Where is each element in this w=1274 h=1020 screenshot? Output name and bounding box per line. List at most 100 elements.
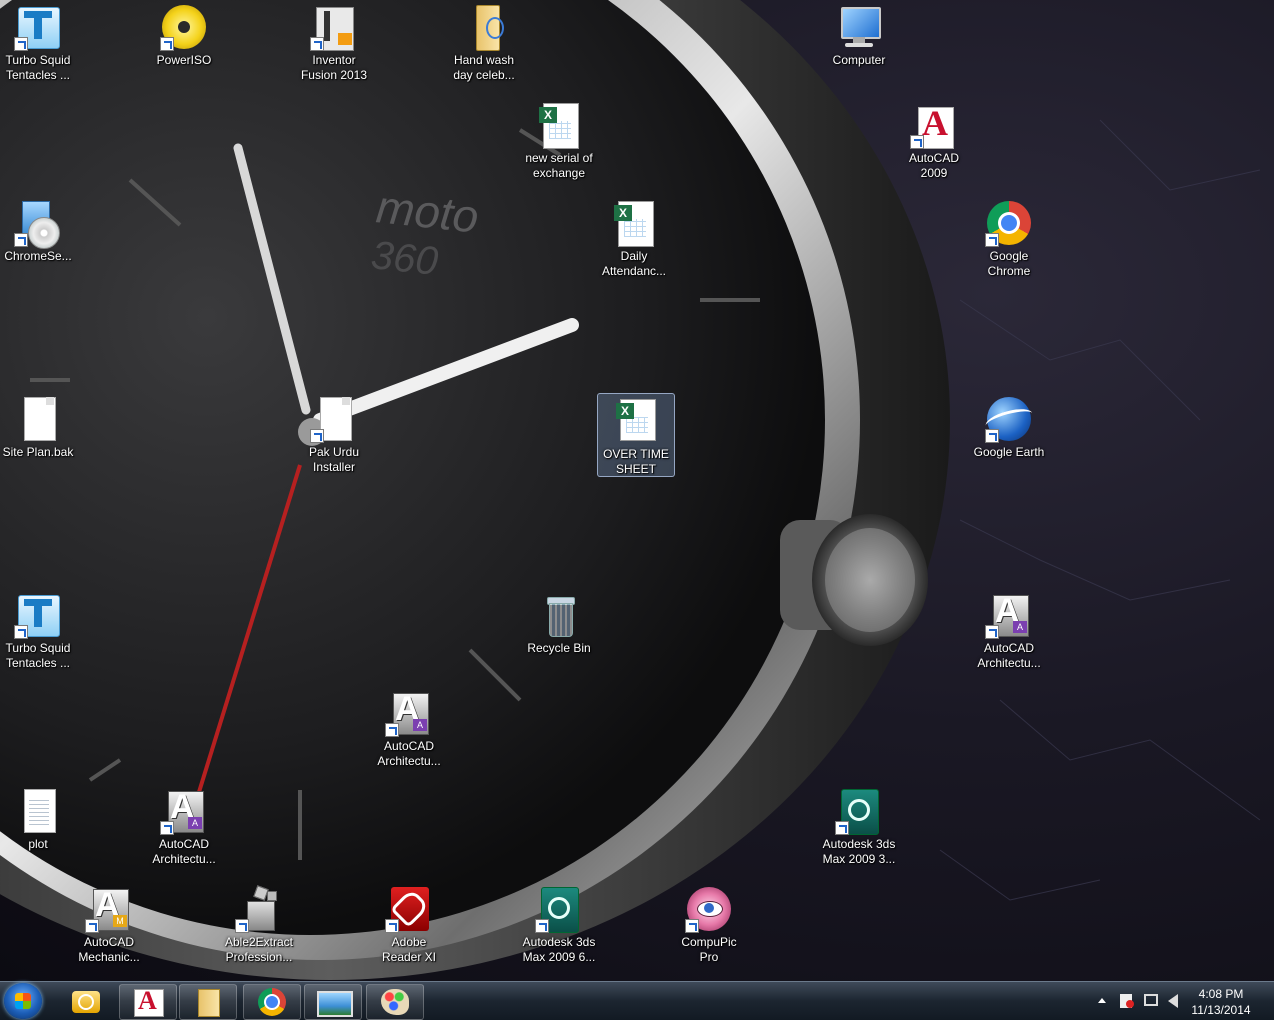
desktop-icon-chromesetup[interactable]: ChromeSe...	[0, 196, 76, 288]
clock-date[interactable]: 11/13/2014	[1186, 1003, 1256, 1017]
action-center-alert-glyph	[1126, 1000, 1134, 1008]
desktop-icon-autocad-architecture-2[interactable]: A A AutoCAD Architectu...	[371, 686, 447, 778]
desktop-icon-label: Pak Urdu Installer	[308, 445, 360, 474]
autocad-icon: A	[910, 101, 958, 149]
desktop-icon-turbo-squid-2[interactable]: Turbo Squid Tentacles ...	[0, 588, 76, 680]
text-file-icon	[14, 787, 62, 835]
desktop-icon-autocad-2009[interactable]: A AutoCAD 2009	[896, 98, 972, 190]
google-earth-icon	[983, 395, 1035, 443]
computer-icon	[835, 3, 883, 51]
taskbar-button-outlook[interactable]	[57, 984, 115, 1020]
desktop-icon-over-time-sheet[interactable]: X OVER TIME SHEET	[597, 393, 675, 477]
desktop-icon-label: AutoCAD Architectu...	[977, 641, 1041, 670]
wallpaper-brand-text: moto	[374, 180, 481, 242]
desktop-icon-label: Google Earth	[973, 445, 1045, 459]
desktop-icon-daily-attendance[interactable]: X Daily Attendanc...	[596, 196, 672, 288]
desktop-icon-label: AutoCAD 2009	[908, 151, 960, 180]
desktop-icon-label: Turbo Squid Tentacles ...	[5, 53, 71, 82]
desktop-icon-label: Site Plan.bak	[2, 445, 74, 459]
desktop[interactable]: moto 360 Turbo Squid Tentacles ... Power…	[0, 0, 1274, 981]
desktop-icon-label: AutoCAD Mechanic...	[78, 935, 140, 964]
desktop-icon-inventor-fusion[interactable]: Inventor Fusion 2013	[296, 0, 372, 92]
adobe-reader-icon	[385, 885, 433, 933]
poweriso-icon	[160, 3, 208, 51]
desktop-icon-google-chrome[interactable]: Google Chrome	[971, 196, 1047, 288]
taskbar-button-photo-viewer[interactable]	[304, 984, 362, 1020]
desktop-icon-label: PowerISO	[156, 53, 212, 67]
desktop-icon-turbo-squid-1[interactable]: Turbo Squid Tentacles ...	[0, 0, 76, 92]
inventor-fusion-icon	[310, 3, 358, 51]
photo-viewer-icon	[317, 991, 353, 1017]
desktop-icon-label: AutoCAD Architectu...	[152, 837, 216, 866]
taskbar-button-paint[interactable]	[366, 984, 424, 1020]
autocad-architecture-icon: A A	[385, 689, 433, 737]
desktop-icon-label: Hand wash day celeb...	[453, 53, 515, 82]
desktop-icon-autodesk-3ds-max-2[interactable]: Autodesk 3ds Max 2009 6...	[521, 882, 597, 974]
desktop-icon-hand-wash-folder[interactable]: Hand wash day celeb...	[446, 0, 522, 92]
desktop-icon-plot[interactable]: plot	[0, 784, 76, 876]
outlook-clock-glyph	[78, 994, 94, 1010]
desktop-icon-new-serial-of-exchange[interactable]: X new serial of exchange	[521, 98, 597, 190]
desktop-icon-autocad-architecture-1[interactable]: A A AutoCAD Architectu...	[971, 588, 1047, 680]
desktop-icon-recycle-bin[interactable]: Recycle Bin	[521, 588, 597, 680]
desktop-icon-computer[interactable]: Computer	[821, 0, 897, 92]
system-tray: 4:08 PM 11/13/2014	[1090, 982, 1274, 1020]
autocad-architecture-icon: A A	[985, 591, 1033, 639]
folder-icon	[460, 3, 508, 51]
desktop-icon-adobe-reader[interactable]: Adobe Reader XI	[371, 882, 447, 974]
desktop-icon-autodesk-3ds-max-1[interactable]: Autodesk 3ds Max 2009 3...	[821, 784, 897, 876]
desktop-icon-label: ChromeSe...	[4, 249, 72, 263]
clock-time[interactable]: 4:08 PM	[1186, 987, 1256, 1001]
show-hidden-icons-icon[interactable]	[1098, 998, 1106, 1003]
desktop-icon-label: Daily Attendanc...	[601, 249, 667, 278]
desktop-icon-autocad-mechanical[interactable]: A M AutoCAD Mechanic...	[71, 882, 147, 974]
network-icon[interactable]	[1144, 994, 1158, 1006]
desktop-icon-label: CompuPic Pro	[681, 935, 737, 964]
chrome-center-glyph	[264, 994, 280, 1010]
excel-file-icon: X	[610, 199, 658, 247]
desktop-icon-label: plot	[28, 837, 48, 851]
desktop-icon-poweriso[interactable]: PowerISO	[146, 0, 222, 92]
autocad-mechanical-icon: A M	[85, 885, 133, 933]
desktop-icon-label: Computer	[832, 53, 886, 67]
desktop-icon-label: Inventor Fusion 2013	[300, 53, 368, 82]
blank-file-icon	[14, 395, 62, 443]
folder-icon	[198, 989, 220, 1017]
recycle-bin-icon	[535, 591, 583, 639]
compupic-icon	[685, 885, 733, 933]
desktop-icon-label: OVER TIME SHEET	[603, 447, 669, 476]
excel-file-icon: X	[535, 101, 583, 149]
taskbar-button-chrome[interactable]	[243, 984, 301, 1020]
desktop-icon-site-plan-bak[interactable]: Site Plan.bak	[0, 392, 76, 484]
excel-file-icon: X	[612, 397, 660, 445]
start-button[interactable]	[4, 983, 42, 1019]
desktop-icon-google-earth[interactable]: Google Earth	[971, 392, 1047, 484]
desktop-icon-label: Autodesk 3ds Max 2009 3...	[822, 837, 896, 866]
desktop-icon-label: Adobe Reader XI	[381, 935, 437, 964]
windows-start-icon	[15, 993, 31, 1009]
desktop-icon-label: new serial of exchange	[525, 151, 593, 180]
desktop-icon-autocad-architecture-3[interactable]: A A AutoCAD Architectu...	[146, 784, 222, 876]
desktop-icon-compupic-pro[interactable]: CompuPic Pro	[671, 882, 747, 974]
installer-icon	[14, 199, 62, 249]
autocad-architecture-icon: A A	[160, 787, 208, 835]
taskbar-button-explorer[interactable]	[179, 984, 237, 1020]
turbosquid-icon	[14, 3, 62, 51]
autocad-letter-glyph: A	[138, 986, 157, 1015]
wallpaper-model-text: 360	[369, 233, 440, 284]
volume-icon[interactable]	[1168, 994, 1178, 1008]
desktop-icon-label: Able2Extract Profession...	[224, 935, 294, 964]
paint-icon	[381, 989, 409, 1015]
blank-file-icon	[310, 395, 358, 443]
watch-crown	[780, 514, 928, 646]
desktop-icon-label: AutoCAD Architectu...	[377, 739, 441, 768]
desktop-icon-label: Autodesk 3ds Max 2009 6...	[522, 935, 596, 964]
desktop-icon-label: Turbo Squid Tentacles ...	[5, 641, 71, 670]
desktop-icon-pak-urdu-installer[interactable]: Pak Urdu Installer	[296, 392, 372, 484]
taskbar-button-autocad[interactable]: A	[119, 984, 177, 1020]
able2extract-icon	[235, 885, 283, 933]
desktop-icon-label: Google Chrome	[987, 249, 1031, 278]
desktop-icon-able2extract[interactable]: Able2Extract Profession...	[221, 882, 297, 974]
turbosquid-icon	[14, 591, 62, 639]
desktop-icon-label: Recycle Bin	[527, 641, 591, 655]
